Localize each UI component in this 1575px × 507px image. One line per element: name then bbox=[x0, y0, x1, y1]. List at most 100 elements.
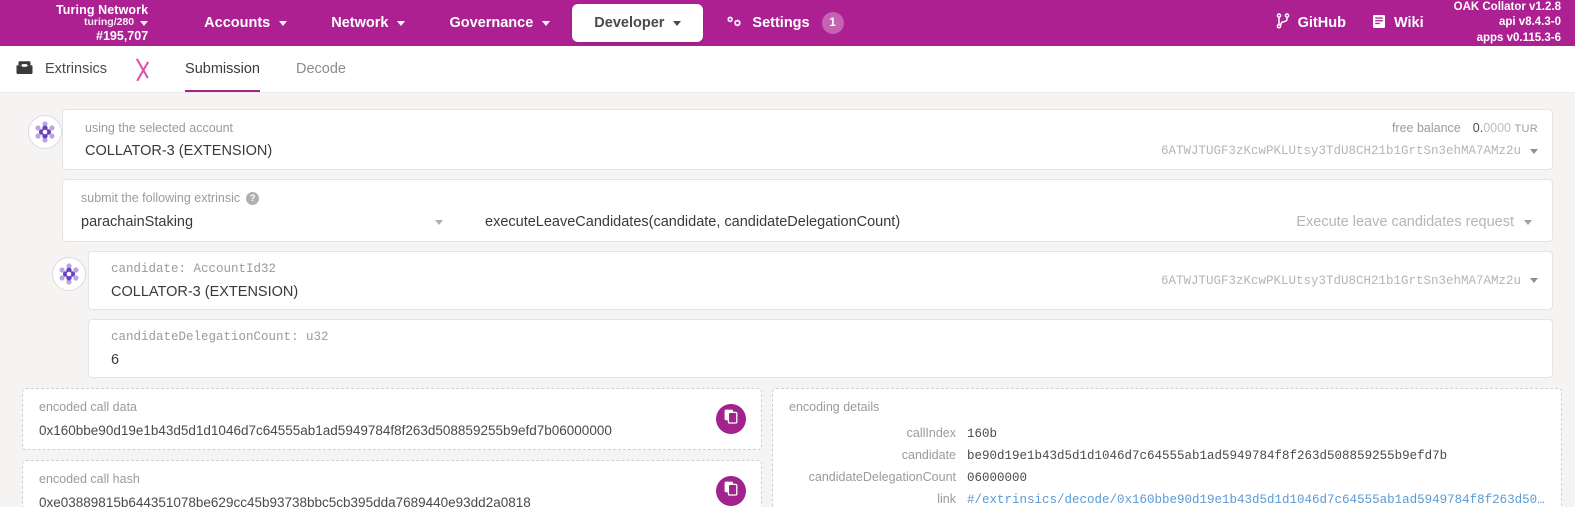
breadcrumb-label: Extrinsics bbox=[45, 61, 108, 77]
avatar bbox=[52, 257, 86, 291]
method-select-value: executeLeaveCandidates(candidate, candid… bbox=[485, 213, 901, 230]
version-app: OAK Collator v1.2.8 bbox=[1453, 0, 1561, 13]
encoding-details-column: encoding details callIndex 160b candidat… bbox=[772, 388, 1562, 507]
detail-key-callindex: callIndex bbox=[906, 425, 956, 440]
encoded-call-hash-value: 0xe03889815b644351078be629cc45b93738bbc5… bbox=[39, 494, 531, 507]
balance-integer: 0. bbox=[1472, 121, 1484, 135]
pallet-select[interactable]: parachainStaking bbox=[81, 215, 453, 230]
account-meta: free balance 0.0000 TUR 6ATWJTUGF3zKcwPK… bbox=[1161, 110, 1552, 169]
github-icon bbox=[1276, 13, 1290, 33]
nav-item-developer-label: Developer bbox=[594, 15, 665, 31]
chevron-down-icon bbox=[279, 20, 288, 26]
candidate-field-main[interactable]: candidate: AccountId32 COLLATOR-3 (EXTEN… bbox=[89, 252, 1161, 309]
chevron-down-icon bbox=[1530, 278, 1538, 283]
account-selector[interactable]: using the selected account COLLATOR-3 (E… bbox=[62, 109, 1553, 170]
method-select[interactable]: executeLeaveCandidates(candidate, candid… bbox=[485, 215, 900, 230]
mailbox-icon bbox=[16, 60, 33, 79]
detail-row-link: link #/extrinsics/decode/0x160bbe90d19e1… bbox=[789, 491, 1545, 507]
candidate-address[interactable]: 6ATWJTUGF3zKcwPKLUtsy3TdU8CH21b1GrtSn3eh… bbox=[1161, 274, 1538, 288]
delegation-count-field[interactable]: candidateDelegationCount: u32 6 bbox=[88, 319, 1553, 378]
delegation-count-main[interactable]: candidateDelegationCount: u32 6 bbox=[89, 320, 1552, 377]
chevron-down-icon bbox=[435, 219, 443, 225]
pallet-select-value: parachainStaking bbox=[81, 213, 194, 230]
detail-value-callindex: 160b bbox=[967, 426, 998, 441]
version-info: OAK Collator v1.2.8 api v8.4.3-0 apps v0… bbox=[1454, 0, 1561, 46]
encoded-call-data-box: encoded call data 0x160bbe90d19e1b43d5d1… bbox=[22, 388, 762, 450]
version-apps: apps v0.115.3-6 bbox=[1476, 31, 1561, 44]
account-value: COLLATOR-3 (EXTENSION) bbox=[85, 142, 273, 159]
tab-submission[interactable]: Submission bbox=[167, 46, 278, 92]
book-icon bbox=[1372, 14, 1386, 33]
main-content: using the selected account COLLATOR-3 (E… bbox=[0, 93, 1575, 507]
extrinsic-description-text: Execute leave candidates request bbox=[1296, 214, 1514, 230]
extrinsic-description[interactable]: Execute leave candidates request bbox=[1296, 214, 1538, 230]
candidate-field[interactable]: candidate: AccountId32 COLLATOR-3 (EXTEN… bbox=[88, 251, 1553, 310]
chevron-down-icon bbox=[1524, 219, 1532, 225]
nav-item-settings[interactable]: Settings 1 bbox=[703, 4, 865, 42]
candidate-address-text: 6ATWJTUGF3zKcwPKLUtsy3TdU8CH21b1GrtSn3eh… bbox=[1160, 273, 1521, 288]
link-wiki[interactable]: Wiki bbox=[1372, 14, 1424, 33]
copy-icon bbox=[724, 481, 738, 501]
nav-item-settings-label: Settings bbox=[752, 15, 810, 31]
chevron-down-icon bbox=[673, 20, 682, 26]
tab-submission-label: Submission bbox=[185, 61, 260, 77]
detail-value-link[interactable]: #/extrinsics/decode/0x160bbe90d19e1b43d5… bbox=[967, 493, 1545, 507]
link-github-label: GitHub bbox=[1297, 15, 1346, 31]
chain-name: Turing Network bbox=[56, 3, 149, 18]
detail-value-candidate: be90d19e1b43d5d1d1046d7c64555ab1ad594978… bbox=[967, 448, 1448, 463]
free-balance-amount: 0.0000 TUR bbox=[1473, 121, 1538, 135]
candidate-value: COLLATOR-3 (EXTENSION) bbox=[111, 283, 299, 300]
detail-row-delegationcount: candidateDelegationCount 06000000 bbox=[789, 470, 1545, 485]
encoding-section: encoded call data 0x160bbe90d19e1b43d5d1… bbox=[22, 388, 1562, 507]
copy-call-hash-button[interactable] bbox=[716, 476, 746, 506]
account-row: using the selected account COLLATOR-3 (E… bbox=[22, 109, 1553, 170]
question-circle-icon[interactable]: ? bbox=[246, 192, 260, 205]
copy-call-data-button[interactable] bbox=[716, 404, 746, 434]
nav-item-accounts[interactable]: Accounts bbox=[182, 4, 309, 42]
chevron-down-icon bbox=[542, 20, 551, 26]
param-row-candidate: candidate: AccountId32 COLLATOR-3 (EXTEN… bbox=[22, 251, 1553, 310]
detail-row-callindex: callIndex 160b bbox=[789, 426, 1545, 441]
extrinsic-selector[interactable]: submit the following extrinsic ? paracha… bbox=[62, 179, 1553, 242]
account-selector-main[interactable]: using the selected account COLLATOR-3 (E… bbox=[63, 110, 1161, 169]
version-api: api v8.4.3-0 bbox=[1498, 16, 1561, 29]
nav-item-governance[interactable]: Governance bbox=[427, 4, 572, 42]
balance-unit: TUR bbox=[1514, 123, 1538, 135]
extrinsic-select-group: parachainStaking executeLeaveCandidates(… bbox=[81, 214, 1538, 230]
nav-item-network[interactable]: Network bbox=[309, 4, 427, 42]
encoded-call-data-label: encoded call data bbox=[39, 400, 137, 414]
encoded-column: encoded call data 0x160bbe90d19e1b43d5d1… bbox=[22, 388, 762, 507]
extrinsic-label-text: submit the following extrinsic bbox=[81, 191, 241, 206]
detail-key-delegationcount: candidateDelegationCount bbox=[808, 469, 956, 484]
breadcrumb-extrinsics: Extrinsics bbox=[0, 46, 133, 92]
delegation-count-value[interactable]: 6 bbox=[111, 352, 1538, 368]
account-label: using the selected account bbox=[85, 122, 1147, 135]
encoding-details-box: encoding details callIndex 160b candidat… bbox=[772, 388, 1562, 507]
chain-block-number: #195,707 bbox=[96, 28, 149, 43]
candidate-label: candidate: AccountId32 bbox=[111, 262, 277, 276]
account-address[interactable]: 6ATWJTUGF3zKcwPKLUtsy3TdU8CH21b1GrtSn3eh… bbox=[1161, 144, 1538, 158]
balance-decimal: 0000 bbox=[1483, 121, 1511, 135]
nav-item-developer[interactable]: Developer bbox=[572, 4, 704, 42]
tab-bar: Submission Decode bbox=[167, 46, 364, 92]
detail-row-candidate: candidate be90d19e1b43d5d1d1046d7c64555a… bbox=[789, 448, 1545, 463]
detail-key-candidate: candidate bbox=[901, 447, 956, 462]
param-row-delegation-count: candidateDelegationCount: u32 6 bbox=[22, 319, 1553, 378]
chain-spec: turing/280 bbox=[84, 16, 149, 29]
top-navigation-bar: Turing Network turing/280 #195,707 Accou… bbox=[0, 0, 1575, 46]
gear-icon bbox=[725, 15, 743, 31]
detail-key-link: link bbox=[937, 491, 956, 506]
chevron-down-icon bbox=[140, 20, 149, 26]
extrinsic-label: submit the following extrinsic ? bbox=[81, 192, 1538, 205]
settings-badge: 1 bbox=[821, 12, 844, 34]
main-nav: Accounts Network Governance Developer Se… bbox=[182, 4, 865, 42]
nav-item-network-label: Network bbox=[331, 15, 389, 31]
nav-item-accounts-label: Accounts bbox=[204, 15, 271, 31]
candidate-address-wrap: 6ATWJTUGF3zKcwPKLUtsy3TdU8CH21b1GrtSn3eh… bbox=[1161, 252, 1552, 309]
chain-selector[interactable]: Turing Network turing/280 #195,707 bbox=[56, 3, 154, 43]
encoded-call-data-value: 0x160bbe90d19e1b43d5d1d1046d7c64555ab1ad… bbox=[39, 422, 612, 438]
tab-decode[interactable]: Decode bbox=[278, 46, 364, 92]
account-address-text: 6ATWJTUGF3zKcwPKLUtsy3TdU8CH21b1GrtSn3eh… bbox=[1160, 144, 1521, 158]
section-header: Extrinsics Submission Decode bbox=[0, 46, 1575, 93]
link-github[interactable]: GitHub bbox=[1276, 13, 1346, 33]
